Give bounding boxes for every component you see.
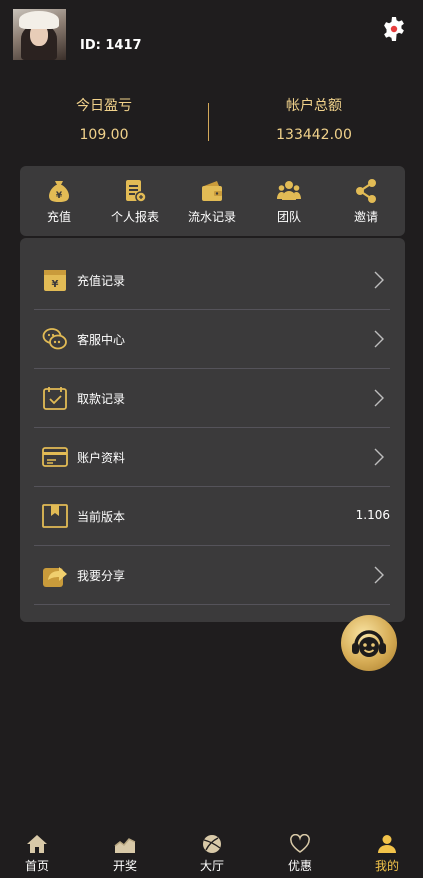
menu-account-info[interactable]: 账户资料 xyxy=(34,428,390,487)
menu-list: ¥ 充值记录 客服中心 取款记录 账户资料 当前版本 1.106 我要分享 xyxy=(20,238,405,622)
quick-label: 个人报表 xyxy=(110,210,159,224)
heart-icon xyxy=(290,834,310,853)
menu-recharge-records[interactable]: ¥ 充值记录 xyxy=(34,251,390,310)
menu-label: 充值记录 xyxy=(77,274,126,288)
chat-icon xyxy=(42,328,67,350)
bottom-tab-bar: 首页 开奖 大厅 优惠 我的 xyxy=(0,828,423,878)
menu-label: 当前版本 xyxy=(77,510,126,524)
tab-label: 开奖 xyxy=(112,859,137,873)
quick-label: 邀请 xyxy=(353,210,378,224)
quick-actions-panel: ¥ 充值 个人报表 流水记录 团队 邀请 xyxy=(20,166,405,236)
quick-label: 充值 xyxy=(46,210,71,224)
account-total: 帐户总额 133442.00 xyxy=(214,95,414,143)
tab-mine[interactable]: 我的 xyxy=(357,834,417,874)
menu-share[interactable]: 我要分享 xyxy=(34,546,390,605)
home-icon xyxy=(27,835,47,853)
profile-header: ID: 1417 xyxy=(0,0,423,90)
svg-text:¥: ¥ xyxy=(52,279,59,290)
user-icon xyxy=(378,835,396,853)
tab-promotions[interactable]: 优惠 xyxy=(270,834,330,874)
menu-label: 客服中心 xyxy=(77,333,126,347)
quick-team[interactable]: 团队 xyxy=(254,178,324,225)
menu-customer-service[interactable]: 客服中心 xyxy=(34,310,390,369)
tab-label: 我的 xyxy=(374,859,399,873)
money-bag-icon: ¥ xyxy=(49,181,69,202)
stats-divider xyxy=(208,103,209,141)
menu-withdraw-records[interactable]: 取款记录 xyxy=(34,369,390,428)
menu-label: 取款记录 xyxy=(77,392,126,406)
quick-report[interactable]: 个人报表 xyxy=(100,178,170,225)
tab-home[interactable]: 首页 xyxy=(7,834,67,874)
calendar-check-icon xyxy=(43,387,67,410)
version-value: 1.106 xyxy=(355,508,390,522)
menu-label: 账户资料 xyxy=(77,451,126,465)
chevron-right-icon xyxy=(374,389,384,407)
card-icon xyxy=(42,447,68,467)
chevron-right-icon xyxy=(374,566,384,584)
quick-label: 团队 xyxy=(276,210,301,224)
recharge-record-icon: ¥ xyxy=(44,270,66,291)
report-icon xyxy=(126,180,147,203)
today-profit-label: 今日盈亏 xyxy=(76,98,132,114)
menu-label: 我要分享 xyxy=(77,569,126,583)
tab-label: 首页 xyxy=(24,859,49,873)
chevron-right-icon xyxy=(374,330,384,348)
account-stats: 今日盈亏 109.00 帐户总额 133442.00 xyxy=(0,95,423,155)
headset-icon xyxy=(352,630,386,657)
share-icon xyxy=(356,179,376,203)
tab-hall[interactable]: 大厅 xyxy=(182,834,242,874)
chevron-right-icon xyxy=(374,271,384,289)
quick-label: 流水记录 xyxy=(187,210,236,224)
today-profit: 今日盈亏 109.00 xyxy=(4,95,204,143)
avatar[interactable] xyxy=(13,9,66,60)
quick-recharge[interactable]: ¥ 充值 xyxy=(24,178,94,225)
bookmark-icon xyxy=(42,504,68,528)
today-profit-value: 109.00 xyxy=(79,127,129,143)
wallet-icon xyxy=(202,181,222,201)
svg-text:¥: ¥ xyxy=(56,191,63,201)
tab-lottery[interactable]: 开奖 xyxy=(95,834,155,874)
share-arrow-icon xyxy=(43,567,67,587)
ball-icon xyxy=(203,835,221,853)
quick-flow-records[interactable]: 流水记录 xyxy=(177,178,247,225)
account-total-label: 帐户总额 xyxy=(286,98,342,114)
chevron-right-icon xyxy=(374,448,384,466)
tab-label: 优惠 xyxy=(287,859,312,873)
quick-invite[interactable]: 邀请 xyxy=(331,178,401,225)
team-icon xyxy=(277,181,301,200)
user-id: ID: 1417 xyxy=(80,38,142,53)
chart-icon xyxy=(114,838,136,853)
customer-support-button[interactable] xyxy=(341,615,397,671)
account-total-value: 133442.00 xyxy=(276,127,352,143)
settings-gear-icon[interactable] xyxy=(381,16,407,42)
tab-label: 大厅 xyxy=(199,859,224,873)
menu-current-version: 当前版本 1.106 xyxy=(34,487,390,546)
